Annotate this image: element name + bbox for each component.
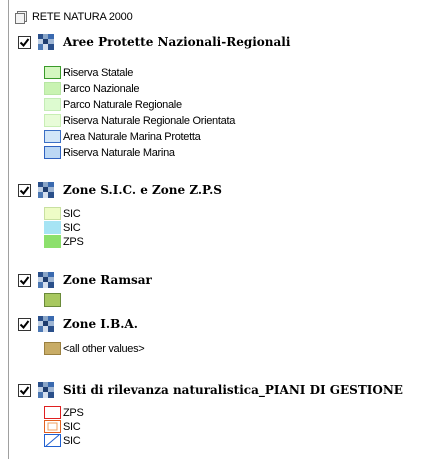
legend-item: <all other values> xyxy=(44,341,145,356)
legend-item-label: Area Naturale Marina Protetta xyxy=(63,130,201,143)
checkmark-icon xyxy=(19,37,30,47)
layer-group-label: Zone I.B.A. xyxy=(63,317,138,331)
legend-item: SIC xyxy=(44,220,81,235)
legend-item-label: ZPS xyxy=(63,235,84,248)
legend-item-label: SIC xyxy=(63,207,81,220)
legend-item: ZPS xyxy=(44,405,84,420)
layer-group-label: Siti di rilevanza naturalistica_PIANI DI… xyxy=(63,383,403,397)
legend-item-label: SIC xyxy=(63,420,81,433)
layer-group-label: Zone Ramsar xyxy=(63,273,152,287)
legend-swatch xyxy=(44,207,61,220)
legend-item-label: Parco Naturale Regionale xyxy=(63,98,182,111)
legend-root[interactable]: RETE NATURA 2000 xyxy=(14,9,133,25)
legend-item-label: <all other values> xyxy=(63,342,145,355)
legend-item-label: Riserva Statale xyxy=(63,66,134,79)
layer-visibility-checkbox[interactable] xyxy=(18,383,31,397)
root-label: RETE NATURA 2000 xyxy=(32,11,133,23)
layer-group-iba[interactable]: Zone I.B.A. xyxy=(18,315,138,333)
legend-swatch xyxy=(44,342,61,355)
legend-swatch xyxy=(44,98,61,111)
legend-swatch xyxy=(44,406,61,419)
checkmark-icon xyxy=(19,185,30,195)
checkmark-icon xyxy=(19,319,30,329)
legend-item: Riserva Naturale Regionale Orientata xyxy=(44,113,235,128)
tree-connector-line xyxy=(8,0,9,459)
layer-group-icon xyxy=(38,34,54,50)
legend-item: SIC xyxy=(44,433,81,448)
layer-group-label: Aree Protette Nazionali-Regionali xyxy=(63,35,291,49)
legend-swatch xyxy=(44,82,61,95)
layer-group-aree-protette[interactable]: Aree Protette Nazionali-Regionali xyxy=(18,33,290,51)
legend-item-label: Riserva Naturale Marina xyxy=(63,146,175,159)
legend-swatch xyxy=(44,66,61,79)
legend-item: Area Naturale Marina Protetta xyxy=(44,129,201,144)
layer-group-icon xyxy=(38,182,54,198)
checkmark-icon xyxy=(19,275,30,285)
legend-item xyxy=(44,292,63,307)
legend-item: SIC xyxy=(44,419,81,434)
legend-item: SIC xyxy=(44,206,81,221)
legend-item-label: Riserva Naturale Regionale Orientata xyxy=(63,114,236,127)
legend-swatch xyxy=(44,292,61,307)
map-layer-stack-icon xyxy=(14,11,27,24)
legend-item: Riserva Naturale Marina xyxy=(44,145,175,160)
legend-item-label: SIC xyxy=(63,434,81,447)
layer-visibility-checkbox[interactable] xyxy=(18,273,31,287)
legend-swatch xyxy=(44,434,61,447)
layer-group-ramsar[interactable]: Zone Ramsar xyxy=(18,271,152,289)
legend-swatch xyxy=(44,235,61,248)
layer-visibility-checkbox[interactable] xyxy=(18,35,31,49)
layer-group-label: Zone S.I.C. e Zone Z.P.S xyxy=(63,183,222,197)
legend-item-label: SIC xyxy=(63,221,81,234)
legend-item: Parco Nazionale xyxy=(44,81,140,96)
legend-item: Parco Naturale Regionale xyxy=(44,97,182,112)
legend-swatch xyxy=(44,146,61,159)
legend-item-label: Parco Nazionale xyxy=(63,82,140,95)
legend-item: ZPS xyxy=(44,234,84,249)
layer-visibility-checkbox[interactable] xyxy=(18,183,31,197)
legend-item-label: ZPS xyxy=(63,406,84,419)
layer-group-icon xyxy=(38,316,54,332)
layer-group-icon xyxy=(38,382,54,398)
layer-group-icon xyxy=(38,272,54,288)
legend-item: Riserva Statale xyxy=(44,65,133,80)
checkmark-icon xyxy=(19,385,30,395)
legend-swatch xyxy=(44,130,61,143)
layer-visibility-checkbox[interactable] xyxy=(18,317,31,331)
panel-top-edge xyxy=(0,0,448,6)
layer-group-sic-zps[interactable]: Zone S.I.C. e Zone Z.P.S xyxy=(18,181,222,199)
legend-swatch xyxy=(44,221,61,234)
layer-group-siti-rilevanza[interactable]: Siti di rilevanza naturalistica_PIANI DI… xyxy=(18,381,403,399)
legend-swatch xyxy=(44,420,61,433)
legend-swatch xyxy=(44,114,61,127)
